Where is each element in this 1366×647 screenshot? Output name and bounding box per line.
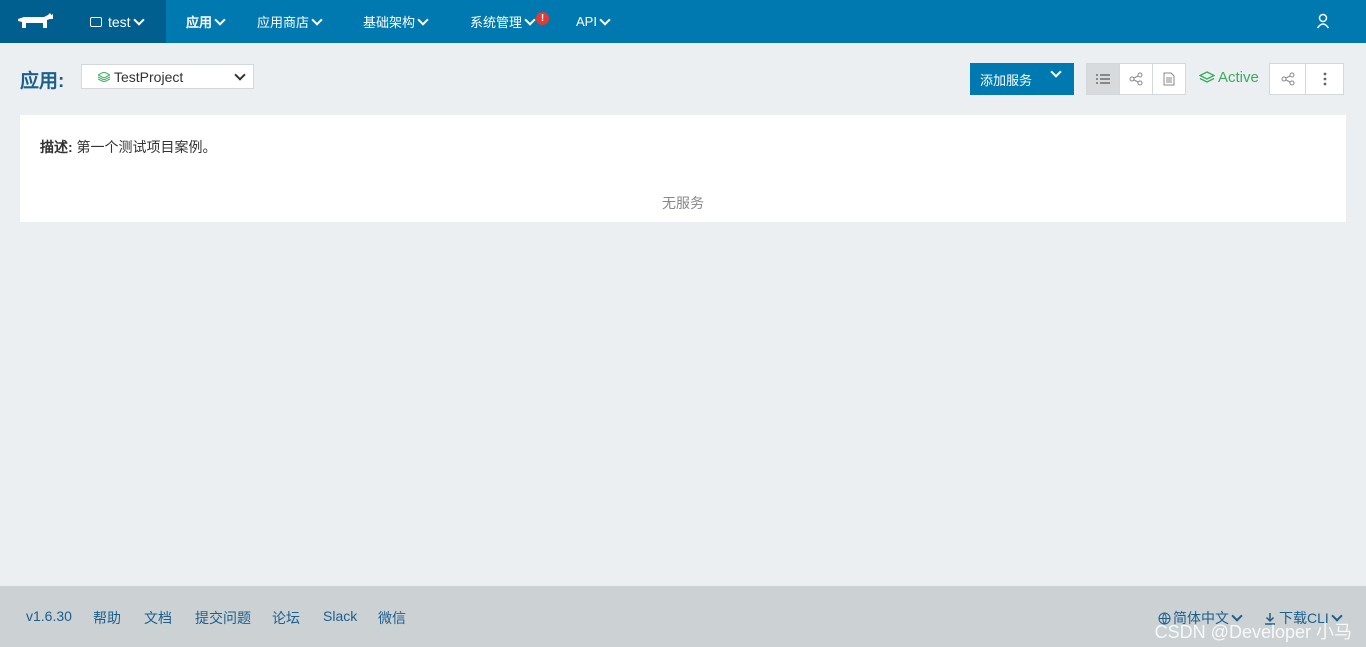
project-select[interactable]: TestProject <box>81 64 254 89</box>
chevron-down-icon <box>132 13 145 26</box>
footer-issue-link[interactable]: 提交问题 <box>195 608 251 628</box>
file-icon <box>1163 72 1175 86</box>
environment-label: test <box>108 13 131 30</box>
list-view-button[interactable] <box>1086 63 1120 95</box>
nav-api-label: API <box>576 14 597 29</box>
footer-wechat-link[interactable]: 微信 <box>378 608 406 628</box>
footer-help-link[interactable]: 帮助 <box>93 608 121 628</box>
footer-version-link[interactable]: v1.6.30 <box>26 608 72 624</box>
graph-view-button[interactable] <box>1119 63 1153 95</box>
rancher-logo-icon <box>18 12 53 28</box>
footer: v1.6.30 帮助 文档 提交问题 论坛 Slack 微信 简体中文 下载CL… <box>0 586 1366 647</box>
add-service-label: 添加服务 <box>980 72 1033 88</box>
compose-view-button[interactable] <box>1152 63 1186 95</box>
nav-admin-label: 系统管理 <box>470 15 523 30</box>
view-toggle-group <box>1086 63 1186 95</box>
description-label: 描述: <box>40 139 73 155</box>
share-icon <box>1129 72 1143 86</box>
footer-slack-link[interactable]: Slack <box>323 608 357 624</box>
stack-description: 描述: 第一个测试项目案例。 <box>40 137 217 157</box>
nav-infrastructure-label: 基础架构 <box>363 15 416 30</box>
status-label: Active <box>1218 69 1259 86</box>
stack-icon <box>98 71 110 82</box>
chevron-down-icon[interactable] <box>1050 66 1062 78</box>
rancher-logo[interactable] <box>0 0 68 43</box>
more-actions-button[interactable] <box>1305 63 1344 95</box>
environment-icon <box>90 16 102 27</box>
nav-infrastructure[interactable]: 基础架构 <box>363 0 429 43</box>
chevron-down-icon <box>524 13 536 26</box>
chevron-down-icon <box>599 13 611 26</box>
nav-catalog-label: 应用商店 <box>257 15 310 30</box>
environment-selector[interactable]: test <box>68 0 166 43</box>
nav-catalog[interactable]: 应用商店 <box>257 0 323 43</box>
page-title: 应用: <box>20 71 65 92</box>
alert-badge: ! <box>536 12 550 25</box>
share-stack-button[interactable] <box>1269 63 1306 95</box>
footer-forum-link[interactable]: 论坛 <box>272 608 300 628</box>
stack-icon <box>1199 70 1215 83</box>
nav-admin[interactable]: 系统管理 ! <box>470 0 550 43</box>
chevron-down-icon <box>417 13 429 26</box>
share-icon <box>1281 72 1294 86</box>
chevron-down-icon <box>234 69 246 81</box>
watermark-text: CSDN @Developer 小马 <box>1154 622 1352 642</box>
stack-actions-group <box>1269 63 1344 95</box>
list-icon <box>1096 74 1110 84</box>
project-select-value: TestProject <box>114 68 184 85</box>
empty-services-message: 无服务 <box>662 195 704 211</box>
stack-status: Active <box>1199 69 1259 86</box>
top-navbar: test 应用 应用商店 基础架构 系统管理 ! API <box>0 0 1366 43</box>
chevron-down-icon <box>311 13 323 26</box>
nav-apps[interactable]: 应用 <box>186 0 226 43</box>
user-icon[interactable] <box>1316 13 1330 29</box>
footer-docs-link[interactable]: 文档 <box>144 608 172 628</box>
stack-panel: 描述: 第一个测试项目案例。 无服务 <box>20 115 1346 222</box>
nav-apps-label: 应用 <box>186 15 213 30</box>
nav-api[interactable]: API <box>576 0 611 43</box>
description-text: 第一个测试项目案例。 <box>72 139 217 155</box>
add-service-button[interactable]: 添加服务 <box>970 63 1074 95</box>
chevron-down-icon <box>214 13 226 26</box>
more-vertical-icon <box>1323 72 1326 86</box>
